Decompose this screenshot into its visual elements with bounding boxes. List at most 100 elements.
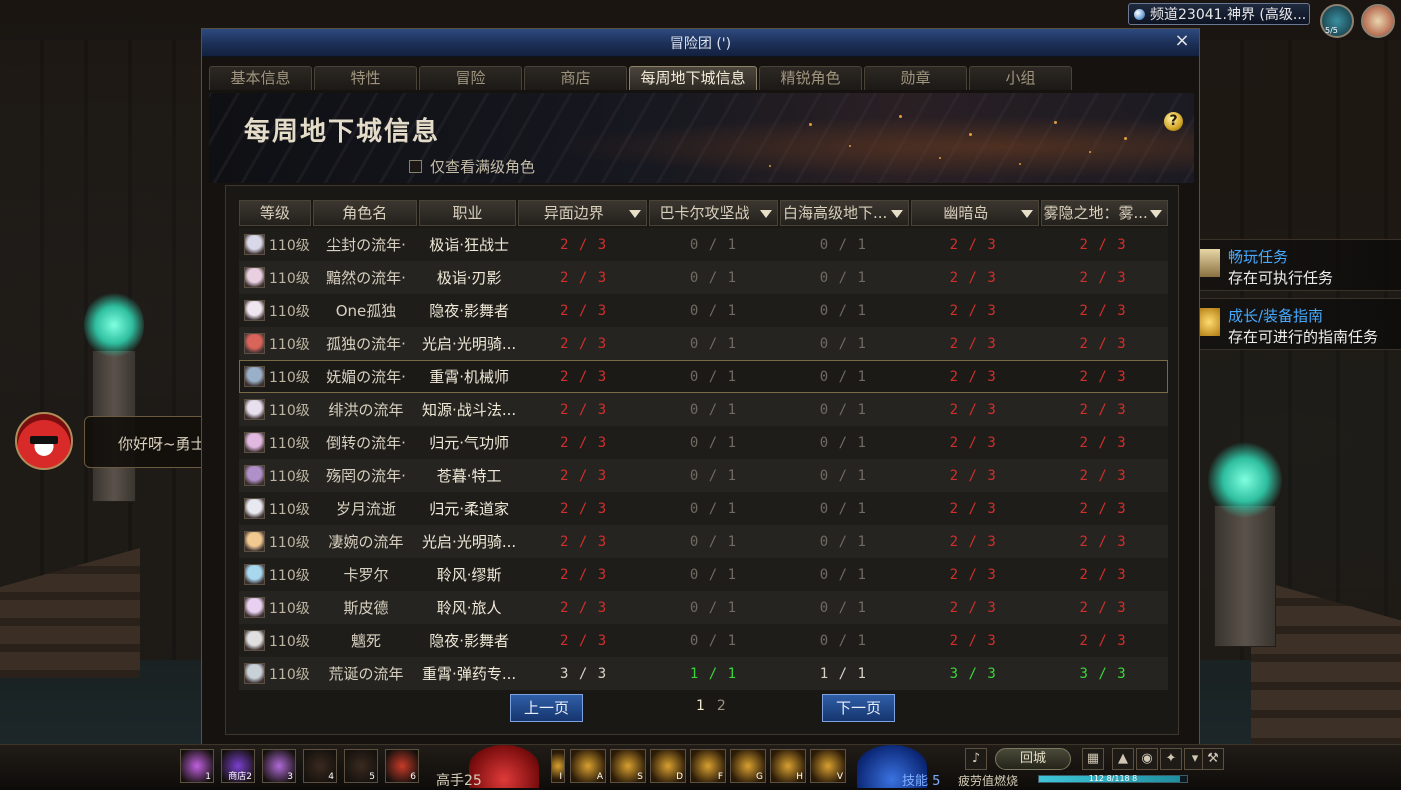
max-level-filter[interactable]: 仅查看满级角色 xyxy=(409,156,535,177)
max-level-checkbox[interactable] xyxy=(409,160,422,173)
skill-slot-6[interactable]: G xyxy=(730,749,766,783)
dungeon-1-clears: 2 / 3 xyxy=(560,467,608,484)
prev-page-button[interactable]: 上一页 xyxy=(510,694,583,722)
table-row[interactable]: 110级 黯然の流年· 极诣·刃影 2 / 3 0 / 1 0 / 1 2 / 3 2 / 3 xyxy=(239,261,1168,294)
quick-slot-1[interactable]: 1 xyxy=(180,749,214,783)
skill-slot-2[interactable]: A xyxy=(570,749,606,783)
tab-bar: 基本信息 特性 冒险 商店 每周地下城信息 精锐角色 勋章 小组 xyxy=(209,66,1072,90)
fatigue-burn-label: 疲劳值燃烧 xyxy=(958,774,1019,788)
window-titlebar[interactable]: 冒险团 (') × xyxy=(202,29,1199,57)
compass-menu-icon[interactable] xyxy=(1361,4,1395,38)
skill-points[interactable]: 技能 5 xyxy=(902,770,940,789)
character-name: 魑死 xyxy=(350,632,381,650)
character-job: 聆风·缪斯 xyxy=(436,566,502,584)
dungeon-3-clears: 0 / 1 xyxy=(819,599,867,616)
dungeon-2-clears: 0 / 1 xyxy=(689,401,738,418)
table-row[interactable]: 110级 斯皮德 聆风·旅人 2 / 3 0 / 1 0 / 1 2 / 3 2 / 3 xyxy=(239,591,1168,624)
table-row[interactable]: 110级 魑死 隐夜·影舞者 2 / 3 0 / 1 0 / 1 2 / 3 2 / 3 xyxy=(239,624,1168,657)
quick-slot-4[interactable]: 4 xyxy=(303,749,337,783)
level-cell: 110级 xyxy=(239,432,310,453)
grid-menu-icon[interactable]: ▦ xyxy=(1082,748,1104,770)
chat-icon[interactable]: ◉ xyxy=(1136,748,1158,770)
notice-growth-guide[interactable]: 成长/装备指南 存在可进行的指南任务 xyxy=(1198,298,1401,350)
close-icon[interactable]: × xyxy=(1172,31,1192,51)
table-row[interactable]: 110级 倒转の流年· 归元·气功师 2 / 3 0 / 1 0 / 1 2 / 3 2 / … xyxy=(239,426,1168,459)
character-avatar-icon xyxy=(244,663,265,684)
level-text: 110级 xyxy=(269,270,310,287)
channel-indicator[interactable]: 频道23041.神界 (高级... xyxy=(1128,3,1310,25)
key-icon[interactable]: ✦ xyxy=(1160,748,1182,770)
header-name[interactable]: 角色名 xyxy=(312,200,417,226)
character-name: 妩媚の流年· xyxy=(326,368,406,386)
skill-slot-1[interactable]: I xyxy=(551,749,565,783)
quick-slot-2[interactable]: 商店2 xyxy=(221,749,255,783)
table-row[interactable]: 110级 绯洪の流年 知源·战斗法... 2 / 3 0 / 1 0 / 1 2 / 3 2 … xyxy=(239,393,1168,426)
header-dungeon-3[interactable]: 白海高级地下... xyxy=(779,200,909,226)
dungeon-1-clears: 2 / 3 xyxy=(560,500,608,517)
tab-elite-characters[interactable]: 精锐角色 xyxy=(759,66,862,90)
table-header: 等级 角色名 职业 异面边界 巴卡尔攻坚战 白海高级地下... 幽暗岛 雾隐之地… xyxy=(239,200,1169,226)
dungeon-2-clears: 0 / 1 xyxy=(689,500,738,517)
table-row[interactable]: 110级 殇罔の流年· 苍暮·特工 2 / 3 0 / 1 0 / 1 2 / 3 2 / 3 xyxy=(239,459,1168,492)
table-row[interactable]: 110级 卡罗尔 聆风·缪斯 2 / 3 0 / 1 0 / 1 2 / 3 2 / 3 xyxy=(239,558,1168,591)
character-job: 隐夜·影舞者 xyxy=(429,632,509,650)
skill-slot-5[interactable]: F xyxy=(690,749,726,783)
return-town-button[interactable]: 回城 xyxy=(995,748,1071,770)
character-job: 极诣·刃影 xyxy=(436,269,502,287)
bag-icon[interactable]: ▲ xyxy=(1112,748,1134,770)
table-row[interactable]: 110级 尘封の流年· 极诣·狂战士 2 / 3 0 / 1 0 / 1 2 / 3 2 / … xyxy=(239,228,1168,261)
dungeon-5-clears: 3 / 3 xyxy=(1079,665,1127,682)
dungeon-1-clears: 3 / 3 xyxy=(560,665,608,682)
quick-slot-5[interactable]: 5 xyxy=(344,749,378,783)
dungeon-3-clears: 0 / 1 xyxy=(819,236,867,253)
skill-slot-4[interactable]: D xyxy=(650,749,686,783)
table-row[interactable]: 110级 妩媚の流年· 重霄·机械师 2 / 3 0 / 1 0 / 1 2 / 3 2 / … xyxy=(239,360,1168,393)
tab-weekly-dungeon[interactable]: 每周地下城信息 xyxy=(629,66,757,90)
header-dungeon-2[interactable]: 巴卡尔攻坚战 xyxy=(649,200,778,226)
skill-slot-3[interactable]: S xyxy=(610,749,646,783)
panel-title: 每周地下城信息 xyxy=(244,117,441,147)
character-name: 绯洪の流年 xyxy=(328,401,404,419)
header-dungeon-4[interactable]: 幽暗岛 xyxy=(910,200,1040,226)
skill-slot-8[interactable]: V xyxy=(810,749,846,783)
notice-fun-quests[interactable]: 畅玩任务 存在可执行任务 xyxy=(1198,239,1401,291)
table-row[interactable]: 110级 孤独の流年· 光启·光明骑... 2 / 3 0 / 1 0 / 1 2 / 3 2… xyxy=(239,327,1168,360)
tab-traits[interactable]: 特性 xyxy=(314,66,417,90)
tab-adventure[interactable]: 冒险 xyxy=(419,66,522,90)
tab-basic-info[interactable]: 基本信息 xyxy=(209,66,312,90)
quick-slot-6[interactable]: 6 xyxy=(385,749,419,783)
dungeon-4-clears: 2 / 3 xyxy=(949,368,997,385)
header-dungeon-1[interactable]: 异面边界 xyxy=(518,200,648,226)
table-row[interactable]: 110级 荒诞の流年 重霄·弹药专... 3 / 3 1 / 1 1 / 1 3 / 3 3 … xyxy=(239,657,1168,690)
dungeon-4-clears: 2 / 3 xyxy=(949,434,997,451)
tab-medals[interactable]: 勋章 xyxy=(864,66,967,90)
help-icon[interactable]: ? xyxy=(1164,112,1183,131)
table-row[interactable]: 110级 岁月流逝 归元·柔道家 2 / 3 0 / 1 0 / 1 2 / 3 2 / 3 xyxy=(239,492,1168,525)
npc-avatar[interactable] xyxy=(15,412,73,470)
header-level[interactable]: 等级 xyxy=(239,200,311,226)
dungeon-5-clears: 2 / 3 xyxy=(1079,269,1127,286)
page-1[interactable]: 1 xyxy=(696,698,705,714)
dungeon-3-clears: 0 / 1 xyxy=(819,434,867,451)
next-page-button[interactable]: 下一页 xyxy=(822,694,895,722)
table-row[interactable]: 110级 凄婉の流年 光启·光明骑... 2 / 3 0 / 1 0 / 1 2 / 3 2 … xyxy=(239,525,1168,558)
tab-group[interactable]: 小组 xyxy=(969,66,1072,90)
panel-banner: 每周地下城信息 ? xyxy=(209,93,1194,183)
channel-text: 频道23041.神界 (高级... xyxy=(1150,7,1307,23)
slot-key: H xyxy=(796,772,803,782)
character-avatar-icon xyxy=(244,267,265,288)
header-job[interactable]: 职业 xyxy=(418,200,517,226)
table-row[interactable]: 110级 One孤独 隐夜·影舞者 2 / 3 0 / 1 0 / 1 2 / 3 2 / 3 xyxy=(239,294,1168,327)
character-name: One孤独 xyxy=(335,302,397,320)
character-avatar-icon xyxy=(244,564,265,585)
quick-slot-3[interactable]: 3 xyxy=(262,749,296,783)
dungeon-1-clears: 2 / 3 xyxy=(560,599,608,616)
page-2[interactable]: 2 xyxy=(717,698,726,714)
bell-icon[interactable]: ♪ xyxy=(965,748,987,770)
header-dungeon-5[interactable]: 雾隐之地：雾... xyxy=(1041,200,1169,226)
character-job: 光启·光明骑... xyxy=(422,335,517,353)
dungeon-3-clears: 0 / 1 xyxy=(819,302,867,319)
hammer-icon[interactable]: ⚒ xyxy=(1202,748,1224,770)
skill-slot-7[interactable]: H xyxy=(770,749,806,783)
tab-shop[interactable]: 商店 xyxy=(524,66,627,90)
